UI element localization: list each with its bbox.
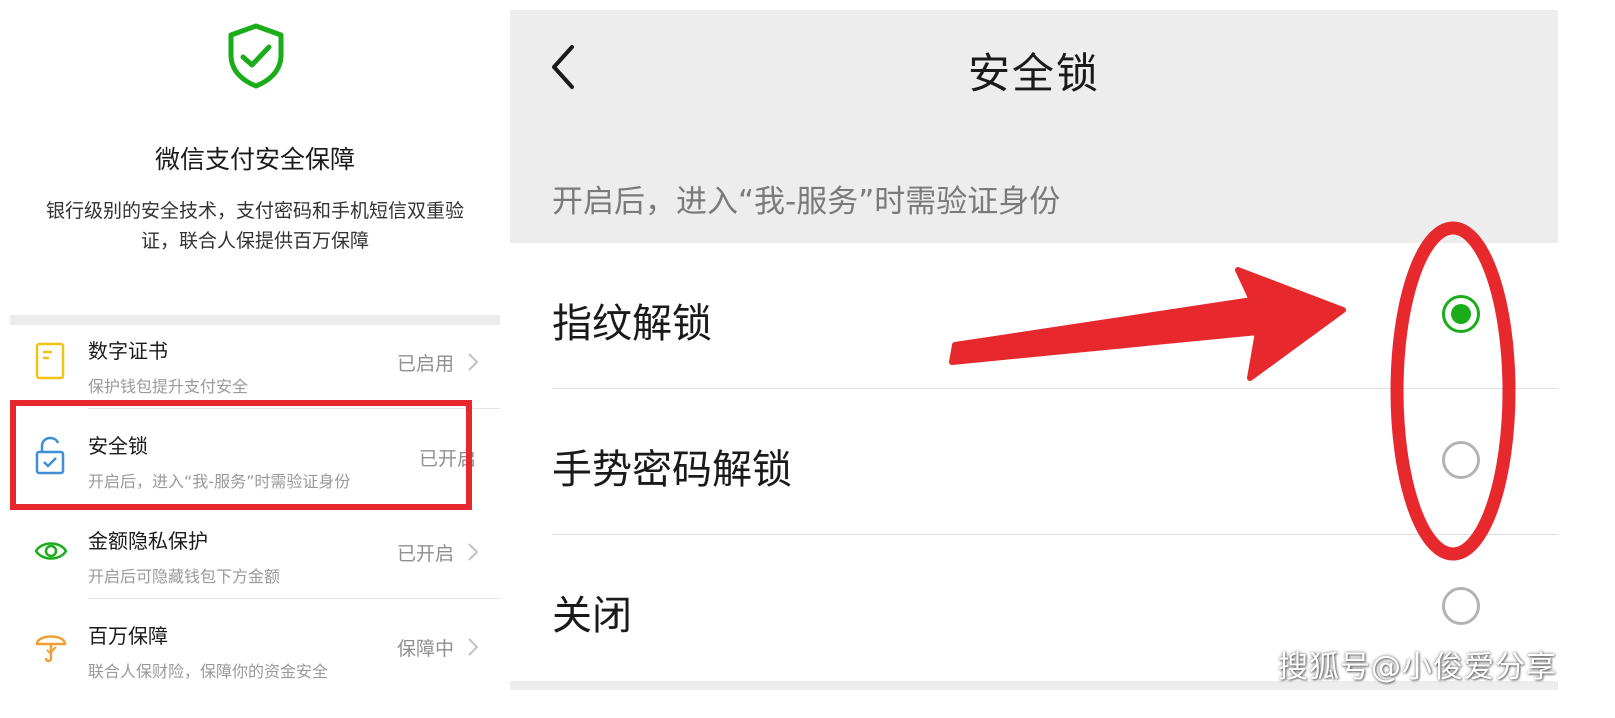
status-text: 已启用 bbox=[396, 353, 454, 375]
item-subtitle: 联合人保财险，保障你的资金安全 bbox=[88, 662, 329, 681]
option-gesture-unlock[interactable]: 手势密码解锁 bbox=[510, 389, 1558, 535]
tip-section: 开启后，进入“我-服务”时需验证身份 bbox=[510, 128, 1558, 243]
status-text: 已开启 bbox=[396, 543, 454, 565]
item-label: 金额隐私保护 bbox=[88, 529, 208, 553]
item-label: 数字证书 bbox=[88, 339, 168, 363]
chevron-right-icon bbox=[468, 353, 479, 371]
security-title: 微信支付安全保障 bbox=[154, 145, 355, 174]
chevron-right-icon bbox=[468, 638, 479, 656]
status-text: 保障中 bbox=[396, 638, 454, 660]
radio-unselected-icon[interactable] bbox=[1442, 587, 1480, 625]
item-subtitle: 开启后可隐藏钱包下方金额 bbox=[88, 567, 281, 586]
security-lock-page: 安全锁 开启后，进入“我-服务”时需验证身份 指纹解锁 手势密码解锁 关闭 bbox=[510, 10, 1558, 690]
option-fingerprint-unlock[interactable]: 指纹解锁 bbox=[510, 243, 1558, 389]
umbrella-icon bbox=[35, 635, 67, 663]
option-label: 手势密码解锁 bbox=[552, 447, 792, 493]
row-separator bbox=[88, 598, 500, 599]
list-item-amount-privacy[interactable]: 金额隐私保护 开启后可隐藏钱包下方金额 已开启 bbox=[10, 505, 500, 599]
shield-check-icon bbox=[228, 23, 284, 89]
navigation-bar: 安全锁 bbox=[510, 10, 1558, 128]
list-item-million-guarantee[interactable]: 百万保障 联合人保财险，保障你的资金安全 保障中 bbox=[10, 600, 500, 694]
chevron-right-icon bbox=[468, 543, 479, 561]
option-label: 关闭 bbox=[552, 593, 632, 639]
security-description: 银行级别的安全技术，支付密码和手机短信双重验证，联合人保提供百万保障 bbox=[45, 200, 464, 252]
watermark-text: 搜狐号@小俊爱分享 bbox=[1278, 650, 1557, 685]
highlight-box-annotation bbox=[10, 400, 472, 510]
page-title: 安全锁 bbox=[967, 49, 1100, 98]
certificate-icon bbox=[35, 342, 65, 380]
radio-unselected-icon[interactable] bbox=[1442, 441, 1480, 479]
item-subtitle: 保护钱包提升支付安全 bbox=[88, 377, 249, 396]
item-label: 百万保障 bbox=[88, 624, 168, 648]
radio-selected-icon[interactable] bbox=[1442, 295, 1480, 333]
option-label: 指纹解锁 bbox=[552, 301, 712, 347]
list-item-digital-certificate[interactable]: 数字证书 保护钱包提升支付安全 已启用 bbox=[10, 315, 500, 409]
security-overview-panel: 微信支付安全保障 银行级别的安全技术，支付密码和手机短信双重验证，联合人保提供百… bbox=[0, 0, 510, 718]
eye-icon bbox=[34, 542, 68, 560]
tip-text: 开启后，进入“我-服务”时需验证身份 bbox=[552, 184, 1061, 220]
